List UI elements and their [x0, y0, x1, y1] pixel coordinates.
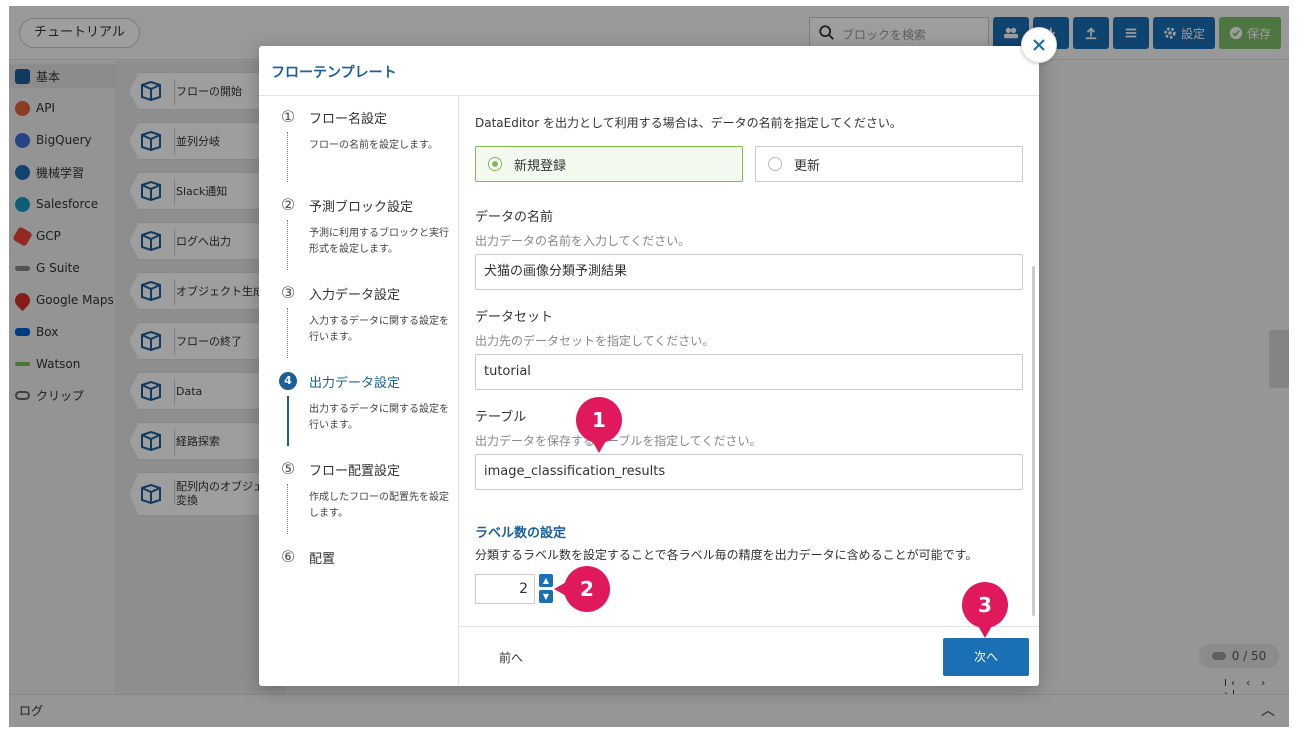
step-desc: 作成したフローの配置先を設定します。	[309, 492, 449, 519]
intro-text: DataEditor を出力として利用する場合は、データの名前を指定してください…	[475, 116, 902, 130]
callout-badge-1: 1	[576, 397, 622, 453]
step-connector	[287, 132, 289, 182]
table-help: 出力データを保存するテーブルを指定してください。	[475, 434, 762, 448]
radio-new[interactable]: 新規登録	[475, 146, 743, 182]
table-label: テーブル	[475, 410, 527, 425]
step-connector	[287, 220, 289, 270]
close-button[interactable]	[1021, 27, 1057, 63]
dialog-body: DataEditor を出力として利用する場合は、データの名前を指定してください…	[459, 96, 1039, 626]
radio-label: 新規登録	[514, 158, 567, 174]
step-connector-arrow	[287, 396, 289, 446]
step-title: 配置	[309, 552, 336, 567]
step-number: ③	[280, 283, 296, 302]
dialog-footer: 前へ 次へ	[459, 626, 1039, 686]
radio-label: 更新	[794, 158, 821, 174]
prev-button[interactable]: 前へ	[499, 649, 523, 666]
step-title: 出力データ設定	[309, 376, 401, 391]
step-title: フロー配置設定	[309, 464, 401, 479]
next-button[interactable]: 次へ	[943, 638, 1029, 676]
step-connector	[287, 308, 289, 358]
step-title: 入力データ設定	[309, 288, 401, 303]
callout-badge-2: 2	[554, 566, 610, 612]
radio-icon	[488, 157, 502, 171]
step-number: ②	[280, 195, 296, 214]
data-name-label: データの名前	[475, 210, 554, 225]
step-desc: 入力するデータに関する設定を行います。	[309, 316, 449, 343]
callout-badge-3: 3	[962, 582, 1008, 638]
dialog-title: フローテンプレート	[271, 65, 397, 81]
step-connector	[287, 484, 289, 534]
step-number: 4	[279, 372, 297, 390]
radio-icon	[768, 157, 782, 171]
dataset-input[interactable]: tutorial	[475, 354, 1023, 390]
label-count-help: 分類するラベル数を設定することで各ラベル毎の精度を出力データに含めることが可能で…	[475, 548, 978, 562]
label-count-input[interactable]: 2	[475, 574, 535, 604]
radio-update[interactable]: 更新	[755, 146, 1023, 182]
label-count-section-title: ラベル数の設定	[475, 526, 567, 541]
step-desc: フローの名前を設定します。	[309, 140, 438, 151]
data-name-input[interactable]: 犬猫の画像分類予測結果	[475, 254, 1023, 290]
step-title: 予測ブロック設定	[309, 200, 414, 215]
dataset-help: 出力先のデータセットを指定してください。	[475, 334, 715, 348]
step-number: ⑤	[280, 459, 296, 478]
step-number: ①	[280, 107, 296, 126]
step-desc: 予測に利用するブロックと実行形式を設定します。	[309, 228, 449, 255]
table-input[interactable]: image_classification_results	[475, 454, 1023, 490]
step-number: ⑥	[280, 547, 296, 566]
flow-template-dialog: フローテンプレート ① フロー名設定 フローの名前を設定します。 ② 予測ブロッ…	[259, 46, 1039, 686]
step-desc: 出力するデータに関する設定を行います。	[309, 404, 449, 431]
wizard-steps: ① フロー名設定 フローの名前を設定します。 ② 予測ブロック設定 予測に利用す…	[259, 96, 459, 686]
data-name-help: 出力データの名前を入力してください。	[475, 234, 691, 248]
step-title: フロー名設定	[309, 112, 388, 127]
dataset-label: データセット	[475, 310, 554, 325]
scrollbar[interactable]	[1032, 266, 1035, 616]
decrement-button[interactable]: ▼	[539, 590, 553, 603]
increment-button[interactable]: ▲	[539, 574, 553, 587]
close-icon	[1033, 39, 1045, 51]
dialog-header: フローテンプレート	[259, 46, 1039, 96]
